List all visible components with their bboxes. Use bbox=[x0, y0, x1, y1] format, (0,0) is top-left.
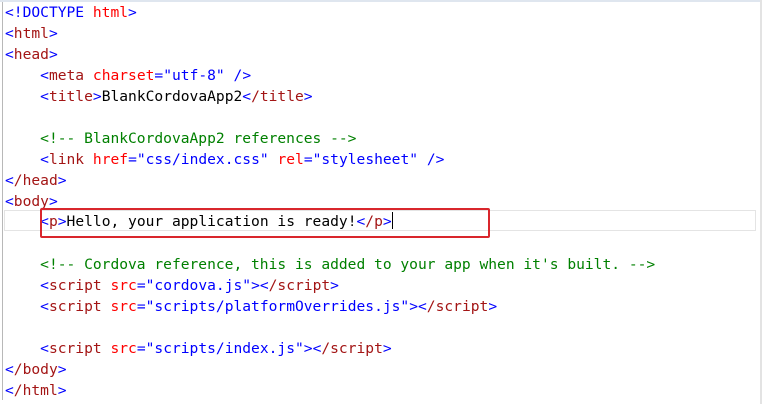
html-close-tag: /html bbox=[13, 382, 58, 399]
code-line-html-open[interactable]: <html> bbox=[5, 23, 58, 44]
script-src-attr: src bbox=[110, 298, 137, 315]
link-tag: link bbox=[48, 151, 85, 168]
head-open-tag: head bbox=[13, 46, 49, 63]
code-line-body-close[interactable]: </body> bbox=[5, 359, 67, 380]
script-close-tag: /script bbox=[426, 298, 489, 315]
script-open-tag: script bbox=[48, 277, 102, 294]
script-open-tag: script bbox=[48, 340, 102, 357]
title-text: BlankCordovaApp2 bbox=[101, 88, 243, 105]
references-comment: <!-- BlankCordovaApp2 references --> bbox=[40, 130, 357, 147]
title-close-tag: /title bbox=[251, 88, 304, 105]
code-line-title[interactable]: <title>BlankCordovaApp2</title> bbox=[5, 86, 312, 107]
code-line-link[interactable]: <link href="css/index.css" rel="styleshe… bbox=[5, 149, 444, 170]
code-line-script-index[interactable]: <script src="scripts/index.js"></script> bbox=[5, 338, 392, 359]
script-src-value: "scripts/platformOverrides.js" bbox=[145, 298, 410, 315]
script-close-tag: /script bbox=[268, 277, 331, 294]
script-open-tag: script bbox=[48, 298, 102, 315]
code-line-comment-references[interactable]: <!-- BlankCordovaApp2 references --> bbox=[5, 128, 356, 149]
code-line-meta[interactable]: <meta charset="utf-8" /> bbox=[5, 65, 251, 86]
link-href-attr: href bbox=[92, 151, 129, 168]
link-rel-value: "stylesheet" bbox=[312, 151, 419, 168]
meta-attr: charset bbox=[92, 67, 155, 84]
meta-tag: meta bbox=[48, 67, 85, 84]
code-line-head-open[interactable]: <head> bbox=[5, 44, 58, 65]
script-src-attr: src bbox=[110, 277, 137, 294]
script-close-tag: /script bbox=[321, 340, 383, 357]
script-src-value: "cordova.js" bbox=[145, 277, 252, 294]
code-line-script-overrides[interactable]: <script src="scripts/platformOverrides.j… bbox=[5, 296, 497, 317]
html-open-tag: html bbox=[13, 25, 49, 42]
doctype-value: html bbox=[92, 4, 129, 21]
link-href-value: "css/index.css" bbox=[136, 151, 269, 168]
doctype-keyword: !DOCTYPE bbox=[13, 4, 85, 21]
script-src-attr: src bbox=[110, 340, 137, 357]
body-close-tag: /body bbox=[13, 361, 58, 378]
code-line-comment-cordova[interactable]: <!-- Cordova reference, this is added to… bbox=[5, 254, 655, 275]
title-open-tag: title bbox=[48, 88, 93, 105]
outline-margin bbox=[2, 2, 3, 400]
link-rel-attr: rel bbox=[277, 151, 304, 168]
highlight-annotation-box bbox=[40, 208, 490, 238]
code-line-doctype[interactable]: <!DOCTYPE html> bbox=[5, 2, 137, 23]
code-line-html-close[interactable]: </html> bbox=[5, 380, 67, 401]
code-line-script-cordova[interactable]: <script src="cordova.js"></script> bbox=[5, 275, 339, 296]
code-line-head-close[interactable]: </head> bbox=[5, 170, 67, 191]
meta-value: "utf-8" bbox=[163, 67, 225, 84]
cordova-comment: <!-- Cordova reference, this is added to… bbox=[40, 256, 656, 273]
code-editor[interactable]: <!DOCTYPE html> <html> <head> <meta char… bbox=[0, 0, 762, 404]
script-src-value: "scripts/index.js" bbox=[145, 340, 304, 357]
head-close-tag: /head bbox=[13, 172, 58, 189]
